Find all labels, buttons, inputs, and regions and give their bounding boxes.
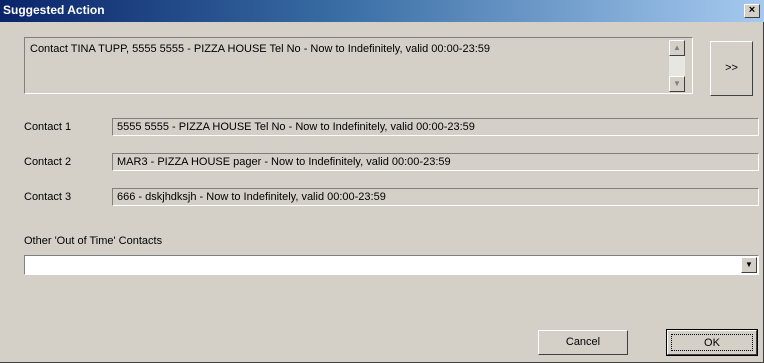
ok-button[interactable]: OK	[666, 329, 758, 356]
dropdown-arrow-icon: ▼	[745, 260, 753, 269]
contact-2-field[interactable]: MAR3 - PIZZA HOUSE pager - Now to Indefi…	[112, 153, 759, 171]
scroll-down-button[interactable]: ▼	[669, 76, 685, 92]
cancel-button[interactable]: Cancel	[538, 330, 628, 355]
suggested-action-dialog: Suggested Action × Contact TINA TUPP, 55…	[0, 0, 764, 363]
suggestion-scrollbar[interactable]: ▲ ▼	[669, 40, 685, 92]
contact-1-value: 5555 5555 - PIZZA HOUSE Tel No - Now to …	[117, 121, 475, 133]
title-bar: Suggested Action ×	[0, 0, 764, 22]
suggestion-text: Contact TINA TUPP, 5555 5555 - PIZZA HOU…	[30, 43, 490, 55]
other-contacts-dropdown[interactable]: ▼	[24, 255, 759, 275]
next-suggestion-label: >>	[725, 62, 738, 74]
dropdown-button[interactable]: ▼	[741, 257, 757, 273]
next-suggestion-button[interactable]: >>	[710, 41, 753, 96]
close-icon: ×	[748, 4, 756, 16]
contact-2-value: MAR3 - PIZZA HOUSE pager - Now to Indefi…	[117, 156, 451, 168]
cancel-label: Cancel	[565, 336, 601, 348]
scroll-down-arrow-icon: ▼	[673, 79, 681, 88]
contact-3-label: Contact 3	[24, 191, 72, 203]
scroll-up-arrow-icon: ▲	[673, 43, 681, 52]
ok-label: OK	[704, 337, 720, 349]
dialog-title: Suggested Action	[3, 3, 105, 17]
contact-1-label: Contact 1	[24, 121, 72, 133]
contact-2-label: Contact 2	[24, 156, 72, 168]
ok-focus-ring: OK	[671, 334, 753, 351]
contact-1-field[interactable]: 5555 5555 - PIZZA HOUSE Tel No - Now to …	[112, 118, 759, 136]
scroll-up-button[interactable]: ▲	[669, 40, 685, 56]
other-contacts-label: Other 'Out of Time' Contacts	[24, 235, 163, 247]
contact-3-field[interactable]: 666 - dskjhdksjh - Now to Indefinitely, …	[112, 188, 759, 206]
contact-3-value: 666 - dskjhdksjh - Now to Indefinitely, …	[117, 191, 386, 203]
suggestion-textbox[interactable]: Contact TINA TUPP, 5555 5555 - PIZZA HOU…	[24, 37, 693, 94]
close-button[interactable]: ×	[744, 4, 760, 18]
